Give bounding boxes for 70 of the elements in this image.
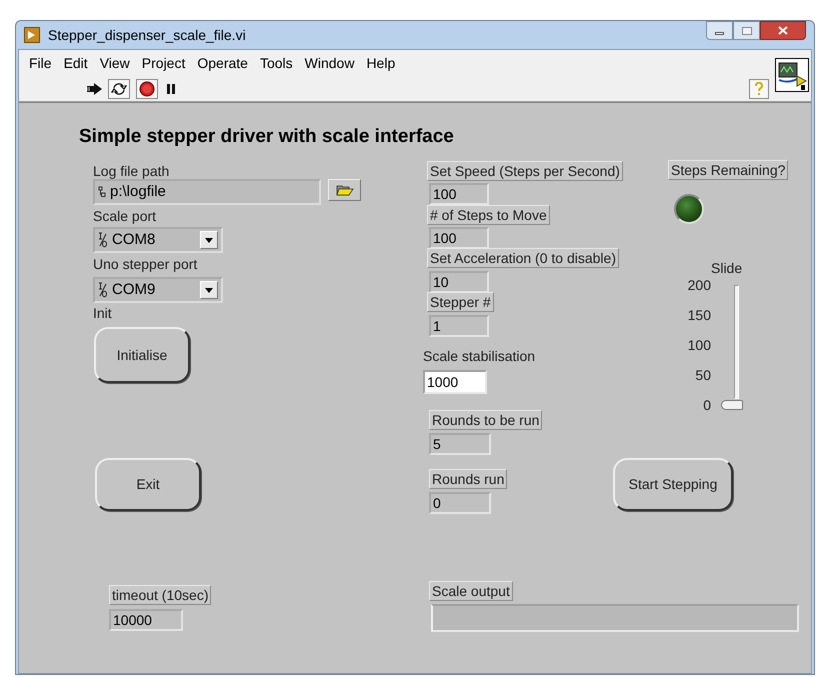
numeric-display: 100 xyxy=(429,227,489,249)
scale-tick-label: 100 xyxy=(686,337,711,353)
menu-item[interactable]: Tools xyxy=(254,52,299,74)
pause-icon xyxy=(165,82,177,94)
control-label: Stepper # xyxy=(427,292,494,312)
control-label: Rounds run xyxy=(429,469,508,489)
control-label: Scale stabilisation xyxy=(423,347,536,365)
run-continuously-button[interactable] xyxy=(108,78,130,98)
numeric-display: 10 xyxy=(429,271,489,293)
window-title: Stepper_dispenser_scale_file.vi xyxy=(48,26,246,45)
app-icon xyxy=(24,27,40,43)
folder-icon xyxy=(336,184,354,196)
caret-icon xyxy=(205,238,213,242)
close-icon xyxy=(778,26,788,35)
menu-item[interactable]: Project xyxy=(136,52,192,74)
cycle-arrows-icon xyxy=(111,80,127,96)
panel-title: Simple stepper driver with scale interface xyxy=(79,125,454,149)
maximize-button[interactable] xyxy=(733,21,760,40)
control-label: Scale output xyxy=(429,581,513,601)
path-value: p:\logfile xyxy=(110,182,166,202)
slider[interactable] xyxy=(721,284,743,410)
numeric-display: 1 xyxy=(429,315,489,337)
io-icon xyxy=(98,282,108,298)
menu-item[interactable]: File xyxy=(23,52,58,74)
scale-tick-label: 200 xyxy=(686,277,711,293)
menu-item[interactable]: Operate xyxy=(191,52,254,74)
vi-icon xyxy=(775,58,809,92)
control-label: # of Steps to Move xyxy=(427,205,550,225)
dropdown-value: COM8 xyxy=(112,230,156,250)
numeric-display: 10000 xyxy=(109,609,183,631)
control-label: timeout (10sec) xyxy=(109,585,212,605)
numeric-display: 0 xyxy=(429,492,491,514)
control-label: Rounds to be run xyxy=(429,410,542,430)
panel-button[interactable]: Start Stepping xyxy=(613,458,733,511)
port-dropdown[interactable]: COM8 xyxy=(93,227,223,253)
close-button[interactable] xyxy=(760,21,806,40)
caret-icon xyxy=(205,288,213,292)
scale-tick-label: 0 xyxy=(702,397,711,413)
path-icon xyxy=(98,186,106,198)
panel-button[interactable]: Initialise xyxy=(94,327,190,383)
menu-item[interactable]: Window xyxy=(298,52,360,74)
io-icon xyxy=(98,232,108,248)
numeric-display: 5 xyxy=(429,433,491,455)
scale-tick-label: 150 xyxy=(686,307,711,323)
control-label: Log file path xyxy=(93,162,170,180)
port-dropdown[interactable]: COM9 xyxy=(93,277,223,303)
control-label: Set Acceleration (0 to disable) xyxy=(427,248,619,268)
menu-item[interactable]: Edit xyxy=(58,52,94,74)
scale-tick-label: 50 xyxy=(694,367,711,383)
run-arrow-icon xyxy=(86,82,104,96)
numeric-display: 100 xyxy=(429,183,489,205)
slider-thumb[interactable] xyxy=(721,400,743,410)
path-field[interactable]: p:\logfile xyxy=(93,179,321,205)
control-label: Slide xyxy=(711,259,742,277)
minimize-button[interactable] xyxy=(706,21,733,40)
browse-button[interactable] xyxy=(328,179,361,201)
stop-icon xyxy=(139,80,155,96)
control-label: Init xyxy=(93,304,112,322)
numeric-field[interactable]: 1000 xyxy=(423,370,487,394)
abort-button[interactable] xyxy=(136,78,158,98)
control-label: Steps Remaining? xyxy=(668,160,788,180)
menu-item[interactable]: View xyxy=(94,52,136,74)
control-label: Uno stepper port xyxy=(93,255,198,273)
control-label: Scale port xyxy=(93,207,156,225)
help-button[interactable] xyxy=(749,79,769,99)
dropdown-value: COM9 xyxy=(112,280,156,300)
control-label: Set Speed (Steps per Second) xyxy=(427,161,623,181)
panel-button[interactable]: Exit xyxy=(95,458,201,511)
menu-item[interactable]: Help xyxy=(360,52,402,74)
question-mark-icon xyxy=(754,82,764,96)
